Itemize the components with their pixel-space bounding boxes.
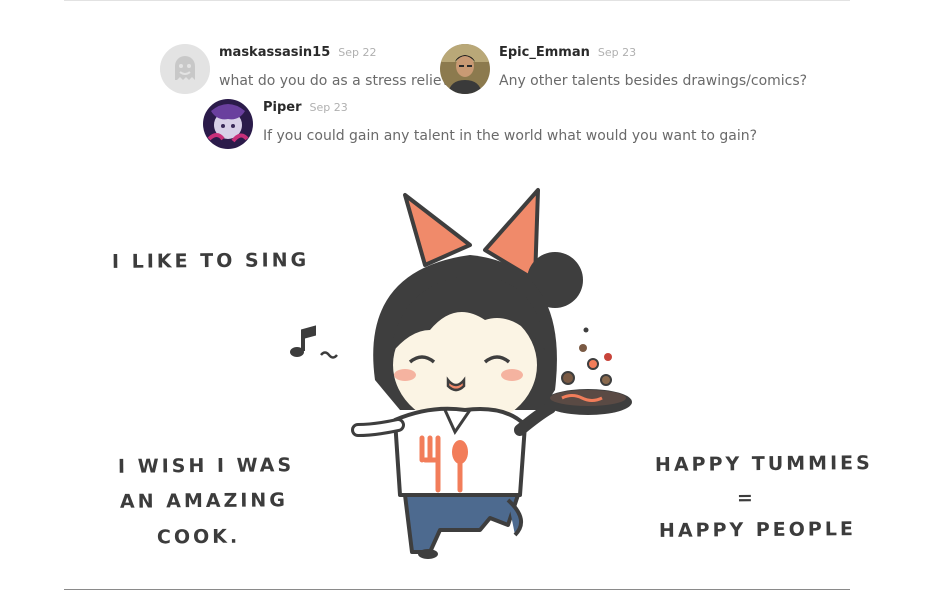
photo-avatar [440,44,490,94]
caption-happy-line-2: = [736,486,757,510]
username[interactable]: Piper [263,100,302,115]
caption-wish-line-1: I WISH I WAS [117,454,295,478]
caption-wish-line-3: COOK. [156,525,241,549]
comment-author[interactable]: Epic_Emman Sep 23 [499,45,636,60]
ghost-avatar-icon [160,44,210,94]
comment-author[interactable]: maskassasin15 Sep 22 [219,45,377,60]
art-avatar [203,99,253,149]
chibi-cook-illustration [280,180,660,570]
avatar[interactable] [440,44,490,94]
comment-text: If you could gain any talent in the worl… [263,128,758,144]
comment-author[interactable]: Piper Sep 23 [263,100,348,115]
caption-wish-line-2: AN AMAZING [119,489,288,513]
top-divider [64,0,850,1]
comment-date: Sep 23 [597,46,637,59]
caption-happy-line-3: HAPPY PEOPLE [658,518,856,542]
avatar[interactable] [203,99,253,149]
avatar[interactable] [160,44,210,94]
comment-text: what do you do as a stress reliever [219,73,465,89]
caption-happy-line-1: HAPPY TUMMIES [654,452,873,476]
comment-date: Sep 22 [338,46,377,59]
username[interactable]: Epic_Emman [499,45,590,60]
username[interactable]: maskassasin15 [219,45,330,60]
comment-date: Sep 23 [309,101,348,114]
comment-text: Any other talents besides drawings/comic… [499,73,808,89]
